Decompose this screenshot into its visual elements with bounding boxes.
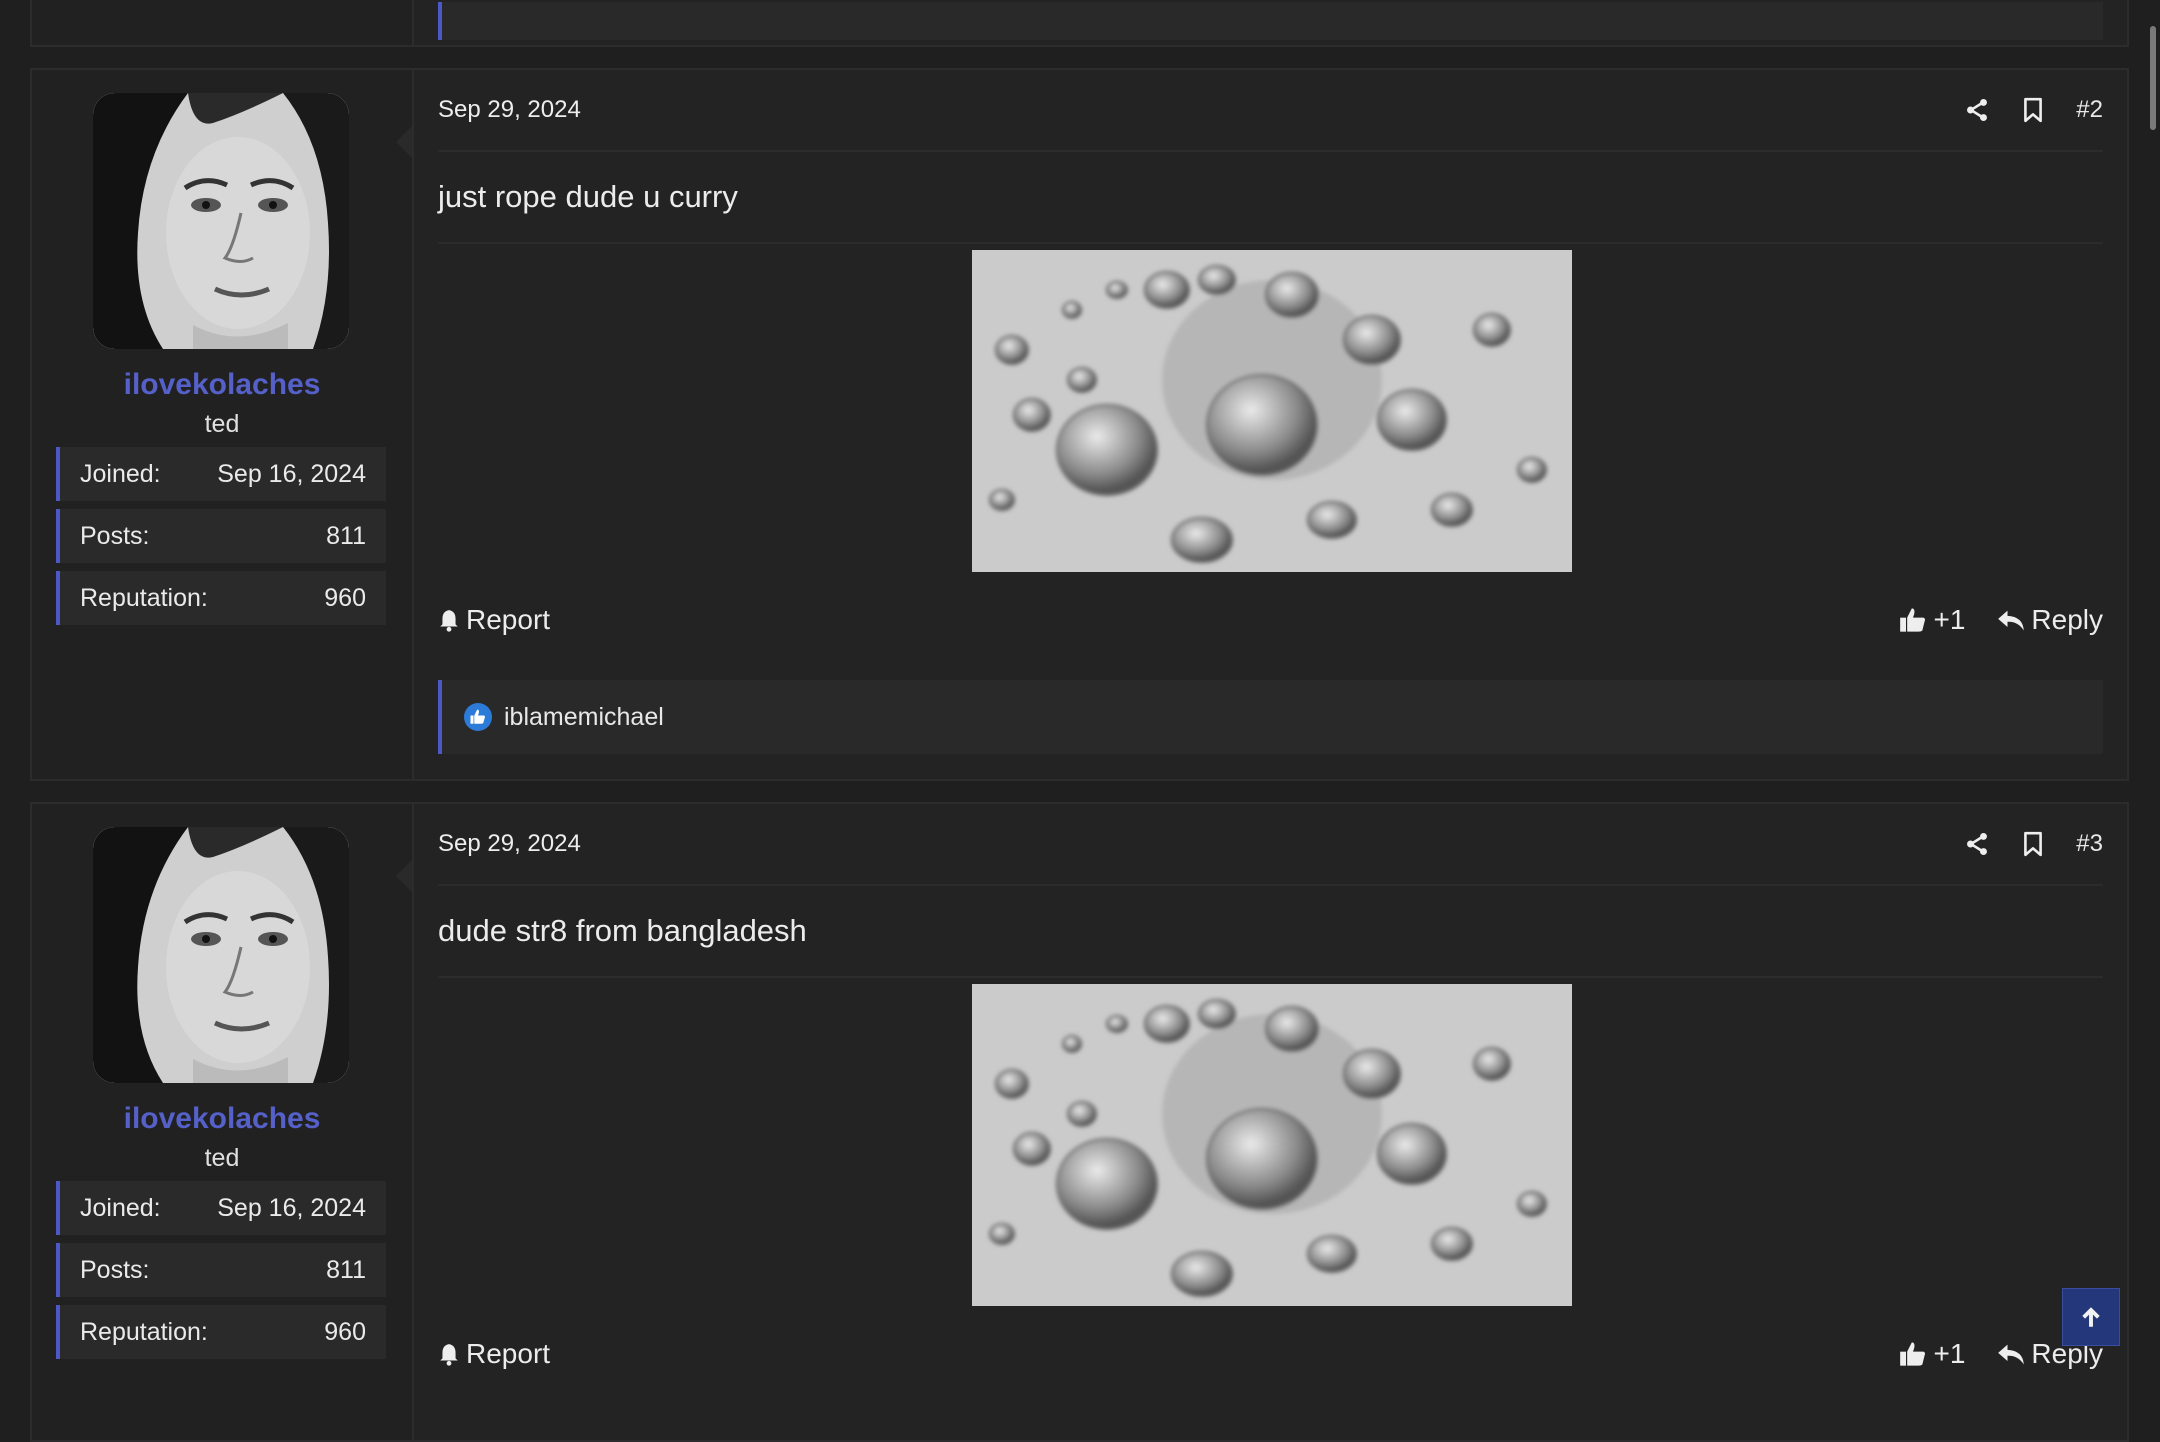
bell-icon — [438, 1342, 460, 1366]
stat-reputation: Reputation: 960 — [56, 1305, 386, 1359]
post-meta: Sep 29, 2024 #3 — [438, 804, 2103, 886]
stat-value: 960 — [324, 1317, 366, 1346]
post-actions: Report +1 Reply — [438, 1324, 2103, 1384]
reply-icon — [1997, 1342, 2025, 1366]
post-body-text: dude str8 from bangladesh — [438, 886, 2103, 978]
username-link[interactable]: ilovekolaches — [32, 1102, 412, 1136]
like-reaction-icon — [464, 703, 492, 731]
post-number-link[interactable]: #3 — [2076, 830, 2103, 858]
scroll-to-top-button[interactable] — [2062, 1288, 2120, 1346]
user-title: ted — [204, 1144, 240, 1172]
stat-label: Joined: — [80, 459, 161, 488]
stat-value: Sep 16, 2024 — [217, 1193, 366, 1222]
bookmark-icon[interactable] — [2022, 97, 2044, 123]
stat-joined: Joined: Sep 16, 2024 — [56, 1181, 386, 1235]
share-icon[interactable] — [1964, 97, 1990, 123]
scrollbar-thumb[interactable] — [2150, 26, 2156, 130]
post-meta-actions: #3 — [1964, 830, 2103, 858]
post-meta: Sep 29, 2024 #2 — [438, 70, 2103, 152]
username-link[interactable]: ilovekolaches — [32, 368, 412, 402]
post-image[interactable] — [972, 250, 1572, 572]
report-button[interactable]: Report — [438, 1338, 550, 1370]
stat-value: 811 — [326, 521, 366, 550]
page-scrollbar[interactable] — [2146, 0, 2160, 1406]
previous-post-reactions-bar — [438, 2, 2103, 40]
share-icon[interactable] — [1964, 831, 1990, 857]
stat-value: 960 — [324, 583, 366, 612]
stat-label: Joined: — [80, 1193, 161, 1222]
message-arrow — [396, 126, 412, 158]
post-image[interactable] — [972, 984, 1572, 1306]
avatar[interactable] — [93, 93, 349, 349]
post-user-column: ilovekolaches ted Joined: Sep 16, 2024 P… — [32, 70, 414, 779]
thumbs-up-icon — [1899, 1340, 1927, 1368]
arrow-up-icon — [2078, 1304, 2104, 1330]
reply-label: Reply — [2031, 604, 2103, 635]
post-date[interactable]: Sep 29, 2024 — [438, 96, 581, 124]
reply-icon — [1997, 608, 2025, 632]
post-content: Sep 29, 2024 #2 just rope dude u curry R… — [438, 70, 2103, 779]
like-button[interactable]: +1 — [1899, 1338, 1965, 1370]
stat-value: Sep 16, 2024 — [217, 459, 366, 488]
post-date[interactable]: Sep 29, 2024 — [438, 830, 581, 858]
user-title: ted — [204, 410, 240, 438]
post-actions-right: +1 Reply — [1899, 604, 2103, 636]
report-label: Report — [466, 604, 551, 635]
post-user-column: ilovekolaches ted Joined: Sep 16, 2024 P… — [32, 804, 414, 1440]
like-button[interactable]: +1 — [1899, 604, 1965, 636]
stat-label: Posts: — [80, 1255, 150, 1284]
like-count: +1 — [1933, 604, 1966, 635]
bell-icon — [438, 608, 460, 632]
stat-posts: Posts: 811 — [56, 509, 386, 563]
stat-label: Reputation: — [80, 1317, 208, 1346]
report-button[interactable]: Report — [438, 604, 550, 636]
post: ilovekolaches ted Joined: Sep 16, 2024 P… — [30, 802, 2129, 1442]
stat-label: Reputation: — [80, 583, 208, 612]
like-count: +1 — [1933, 1338, 1966, 1369]
post-actions: Report +1 Reply — [438, 590, 2103, 650]
bookmark-icon[interactable] — [2022, 831, 2044, 857]
post-meta-actions: #2 — [1964, 96, 2103, 124]
stat-label: Posts: — [80, 521, 150, 550]
stat-reputation: Reputation: 960 — [56, 571, 386, 625]
post: ilovekolaches ted Joined: Sep 16, 2024 P… — [30, 68, 2129, 781]
stat-value: 811 — [326, 1255, 366, 1284]
previous-post-user-column — [32, 0, 414, 45]
post-body-text: just rope dude u curry — [438, 152, 2103, 244]
reply-button[interactable]: Reply — [1997, 604, 2103, 636]
report-label: Report — [466, 1338, 551, 1369]
reaction-users-link[interactable]: iblamemichael — [504, 703, 664, 732]
post-content: Sep 29, 2024 #3 dude str8 from banglades… — [438, 804, 2103, 1440]
post-number-link[interactable]: #2 — [2076, 96, 2103, 124]
previous-post — [30, 0, 2129, 47]
thumbs-up-icon — [1899, 606, 1927, 634]
reactions-bar: iblamemichael — [438, 680, 2103, 754]
stat-posts: Posts: 811 — [56, 1243, 386, 1297]
message-arrow — [396, 860, 412, 892]
stat-joined: Joined: Sep 16, 2024 — [56, 447, 386, 501]
avatar[interactable] — [93, 827, 349, 1083]
